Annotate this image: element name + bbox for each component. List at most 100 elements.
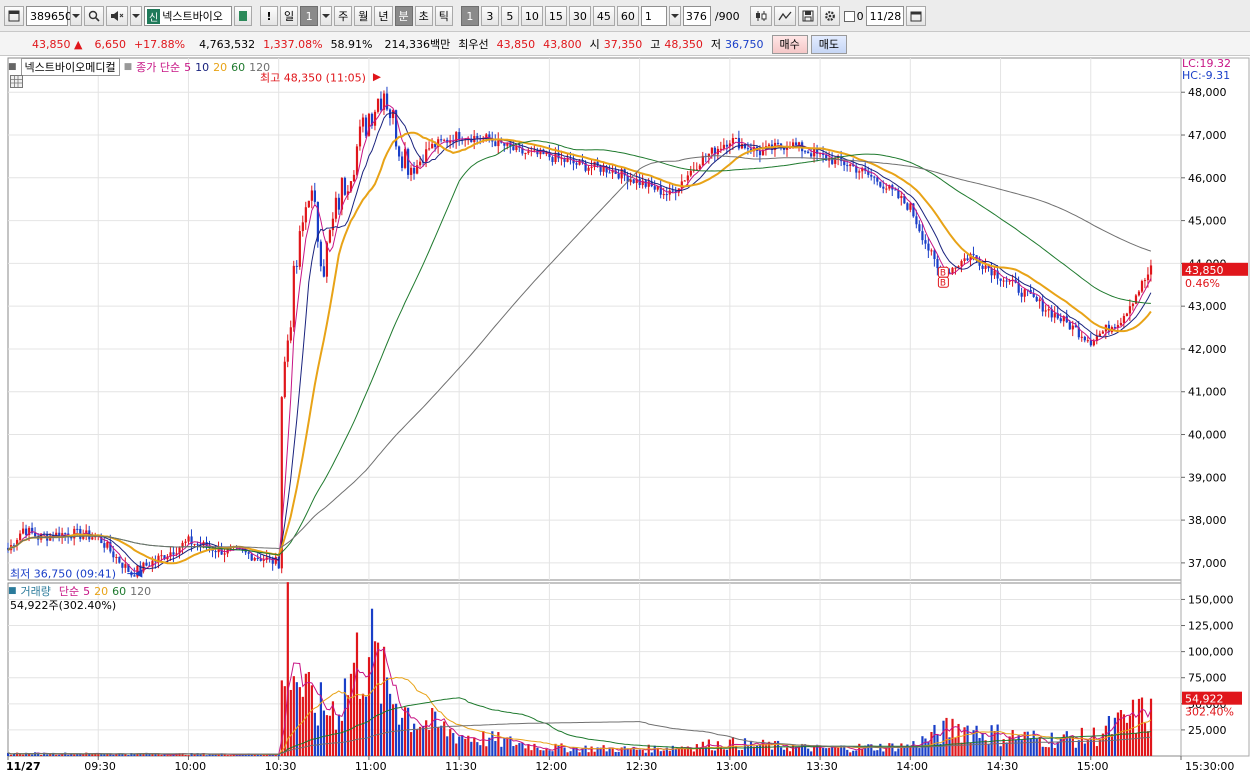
low-marker-label: 최저 36,750 (09:41) <box>10 568 116 581</box>
candle-body <box>758 150 762 156</box>
candle-body <box>247 552 250 554</box>
interval-60-button[interactable]: 60 <box>616 6 639 26</box>
interval-count-dropdown-icon[interactable] <box>668 6 681 26</box>
candle-body <box>1119 322 1123 326</box>
bars-shown-input[interactable]: 376 <box>682 6 711 26</box>
save-icon[interactable] <box>797 6 818 26</box>
line-chart-icon[interactable] <box>773 6 796 26</box>
chart-svg[interactable]: 48,00047,00046,00045,00044,00043,00042,0… <box>0 56 1250 775</box>
zero-checkbox-group[interactable]: 0 <box>843 10 864 23</box>
price-y-tick-label: 38,000 <box>1188 514 1227 527</box>
candle-body <box>993 270 996 276</box>
interval-10-button[interactable]: 10 <box>520 6 543 26</box>
period-day-button[interactable]: 일 <box>280 6 299 26</box>
candle-body <box>894 189 897 191</box>
volume-bar <box>1134 733 1138 756</box>
volume-bar <box>837 747 840 756</box>
period-second-button[interactable]: 초 <box>414 6 433 26</box>
code-input[interactable]: 389650 <box>26 6 72 26</box>
volume-bar <box>683 748 686 756</box>
calendar-icon[interactable] <box>905 6 926 26</box>
volume-bar <box>942 720 945 756</box>
interval-1-button[interactable]: 1 <box>460 6 479 26</box>
volume-bar <box>512 746 515 756</box>
interval-15-button[interactable]: 15 <box>544 6 567 26</box>
date-input[interactable]: 11/28 <box>865 6 904 26</box>
quote-bar: 43,850 ▲ 6,650 +17.88% 4,763,532 1,337.0… <box>0 32 1250 56</box>
volume-bar <box>1146 731 1150 756</box>
speaker-dropdown-icon[interactable] <box>130 6 142 26</box>
gear-icon[interactable] <box>819 6 840 26</box>
volume-bar <box>1143 723 1147 756</box>
stock-menu-icon[interactable] <box>234 6 252 26</box>
code-dropdown-icon[interactable] <box>70 6 82 26</box>
candle-body <box>476 136 479 139</box>
volume-bar <box>698 748 701 756</box>
period-dropdown-icon[interactable] <box>320 6 333 26</box>
interval-5-button[interactable]: 5 <box>500 6 519 26</box>
volume-bar <box>530 750 533 756</box>
buy-button[interactable]: 매수 <box>771 34 808 54</box>
candle-body <box>731 138 735 144</box>
interval-30-button[interactable]: 30 <box>568 6 591 26</box>
candle-body <box>310 190 313 201</box>
volume-bar <box>476 742 479 756</box>
price-y-tick-label: 40,000 <box>1188 429 1227 442</box>
current-volume-tag-text: 54,922 <box>1185 693 1224 706</box>
price-legend: ■ 넥스트바이오메디컬 ■ 종가 단순 5 10 20 60 120 <box>8 58 270 76</box>
volume-bar <box>1050 732 1053 756</box>
period-week-button[interactable]: 주 <box>334 6 353 26</box>
candle-body <box>849 164 852 166</box>
interval-count-input[interactable]: 1 <box>640 6 667 26</box>
volume-bar <box>1098 739 1101 756</box>
volume-y-tick-label: 75,000 <box>1188 672 1227 685</box>
volume-legend-marker-icon: ■ <box>8 586 17 596</box>
candle-body <box>587 167 590 171</box>
volume-bar <box>391 704 395 756</box>
candle-body <box>1128 306 1132 314</box>
volume-bar <box>515 744 518 756</box>
volume-legend-ma5: 5 <box>83 584 91 598</box>
open-label: 시 <box>589 38 600 51</box>
legend-marker-icon: ■ <box>8 62 17 72</box>
period-minute-button[interactable]: 분 <box>394 6 413 26</box>
interval-3-button[interactable]: 3 <box>480 6 499 26</box>
candle-body <box>313 190 316 202</box>
zero-checkbox[interactable] <box>843 10 855 22</box>
speaker-icon[interactable] <box>106 6 128 26</box>
volume-bar <box>948 737 951 756</box>
window-icon[interactable] <box>4 6 24 26</box>
candle-body <box>566 158 569 162</box>
volume-bar <box>912 741 915 756</box>
interval-45-button[interactable]: 45 <box>592 6 615 26</box>
period-day-count[interactable]: 1 <box>300 6 319 26</box>
volume-bar <box>398 724 401 756</box>
volume-value-text: 54,922주(302.40%) <box>10 599 117 612</box>
up-triangle-icon: ▲ <box>74 37 83 51</box>
x-tick-label: 15:00 <box>1077 760 1109 773</box>
search-icon[interactable] <box>84 6 104 26</box>
candle-body <box>160 555 163 557</box>
chart-area[interactable]: 48,00047,00046,00045,00044,00043,00042,0… <box>0 56 1250 775</box>
volume-bar <box>226 755 229 757</box>
alert-button[interactable]: ! <box>260 6 278 26</box>
sell-button[interactable]: 매도 <box>810 34 847 54</box>
volume-bar <box>882 751 885 756</box>
volume-bar <box>894 751 897 756</box>
volume-bar <box>602 745 605 756</box>
candle-body <box>900 196 903 199</box>
candle-body <box>196 543 199 545</box>
grid-table-icon[interactable] <box>10 75 23 88</box>
period-tick-button[interactable]: 틱 <box>434 6 453 26</box>
volume-bar <box>779 747 783 756</box>
candle-body <box>124 564 127 568</box>
candle-type-icon[interactable] <box>749 6 772 26</box>
volume-bar <box>385 677 389 756</box>
volume-bar <box>452 733 455 756</box>
stock-name-field[interactable]: 신 넥스트바이오 <box>144 6 232 26</box>
volume-bar <box>782 749 786 756</box>
period-year-button[interactable]: 년 <box>374 6 393 26</box>
volume-bar <box>349 673 353 756</box>
period-month-button[interactable]: 월 <box>354 6 373 26</box>
volume-bar <box>467 735 470 756</box>
